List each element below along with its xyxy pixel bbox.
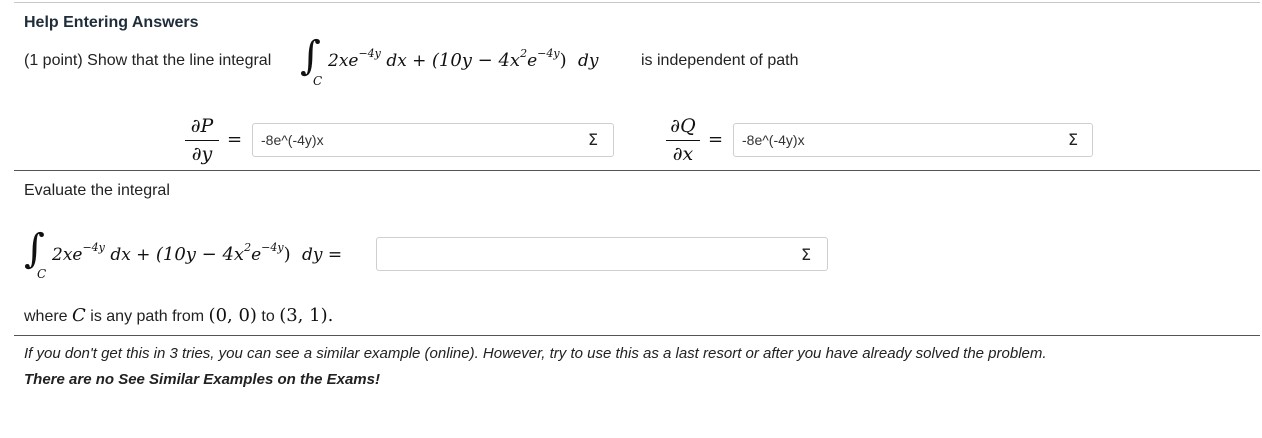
- integrand-a: 2xe: [328, 51, 359, 71]
- dq-numerator: ∂Q: [670, 115, 696, 137]
- where-mid: is any path from: [90, 308, 205, 325]
- exam-warning: There are no See Similar Examples on the…: [24, 371, 380, 388]
- footer-divider: [14, 335, 1260, 336]
- dp-numerator: ∂P: [190, 115, 214, 137]
- where-line: where C is any path from (0, 0) to (3, 1…: [24, 305, 333, 326]
- exponent-b: −4y: [261, 241, 284, 254]
- period: .: [327, 305, 334, 326]
- dp-dy-fraction: ∂P ∂y: [185, 115, 219, 165]
- help-entering-answers-link[interactable]: Help Entering Answers: [24, 14, 199, 32]
- evaluate-label: Evaluate the integral: [24, 182, 170, 199]
- dq-dx-fraction: ∂Q ∂x: [666, 115, 700, 165]
- end-point: (3, 1): [279, 305, 328, 326]
- integral-sign: ∫: [300, 33, 321, 79]
- dy-equals: dy =: [302, 245, 343, 265]
- e-term: e: [527, 51, 538, 71]
- fraction-bar: [185, 140, 219, 141]
- equals-sign: =: [708, 129, 724, 150]
- dq-dx-answer-field[interactable]: -8e^(-4y)x: [733, 123, 1093, 157]
- integral-subscript: C: [37, 267, 47, 281]
- dp-dy-answer-field[interactable]: -8e^(-4y)x: [252, 123, 614, 157]
- equation-editor-icon[interactable]: Σ: [1063, 130, 1083, 149]
- equals-sign: =: [227, 129, 243, 150]
- exponent-a: −4y: [358, 47, 381, 60]
- paren-close: ): [283, 244, 291, 265]
- dx-denominator: ∂x: [672, 143, 694, 165]
- paren-term: (10y − 4x: [155, 244, 245, 265]
- paren-term: (10y − 4x: [431, 50, 521, 71]
- exponent-b: −4y: [537, 47, 560, 60]
- top-divider: [14, 2, 1260, 3]
- dx-term: dx +: [386, 51, 427, 71]
- integral-subscript: C: [313, 74, 323, 88]
- integrand-a: 2xe: [52, 245, 83, 265]
- section-divider: [14, 170, 1260, 171]
- fraction-bar: [666, 140, 700, 141]
- paren-close: ): [559, 50, 567, 71]
- dx-term: dx +: [110, 245, 151, 265]
- dy-term: dy: [578, 51, 599, 71]
- e-term: e: [251, 245, 262, 265]
- equation-editor-icon[interactable]: Σ: [583, 130, 603, 149]
- exponent-a: −4y: [82, 241, 105, 254]
- integral-sign: ∫: [24, 226, 45, 272]
- square-exp: 2: [244, 241, 252, 254]
- to-word: to: [261, 308, 275, 325]
- equation-editor-icon[interactable]: Σ: [796, 245, 816, 264]
- evaluate-expression: 2xe−4y dx + (10y − 4x2e−4y) dy =: [52, 241, 343, 265]
- start-point: (0, 0): [208, 305, 257, 326]
- problem-suffix: is independent of path: [641, 52, 799, 69]
- square-exp: 2: [520, 47, 528, 60]
- where-prefix: where: [24, 308, 68, 325]
- line-integral-expression: 2xe−4y dx + (10y − 4x2e−4y) dy: [328, 47, 599, 71]
- path-c: C: [72, 305, 86, 326]
- problem-intro: (1 point) Show that the line integral: [24, 52, 272, 69]
- dy-denominator: ∂y: [191, 143, 213, 165]
- hint-note: If you don't get this in 3 tries, you ca…: [24, 345, 1047, 362]
- integral-answer-field[interactable]: [376, 237, 828, 271]
